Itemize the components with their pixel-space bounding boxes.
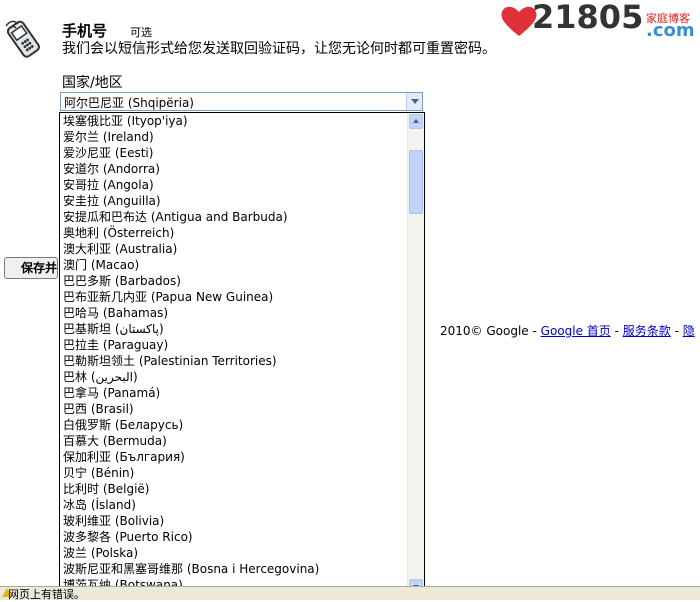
google-home-link[interactable]: Google 首页: [541, 324, 611, 338]
country-option[interactable]: 巴哈马 (Bahamas): [60, 305, 408, 321]
country-option[interactable]: 玻利维亚 (Bolivia): [60, 513, 408, 529]
country-option[interactable]: 巴西 (Brasil): [60, 401, 408, 417]
country-option[interactable]: 巴拉圭 (Paraguay): [60, 337, 408, 353]
description-text: 我们会以短信形式给您发送取回验证码，让您无论何时都可重置密码。: [62, 41, 496, 57]
country-option[interactable]: 爱沙尼亚 (Eesti): [60, 145, 408, 161]
country-option[interactable]: 比利时 (België): [60, 481, 408, 497]
country-option[interactable]: 巴勒斯坦领土 (Palestinian Territories): [60, 353, 408, 369]
footer-separator: -: [670, 324, 683, 338]
country-option[interactable]: 安道尔 (Andorra): [60, 161, 408, 177]
status-bar: 网页上有错误。: [0, 586, 700, 601]
terms-link[interactable]: 服务条款: [623, 324, 671, 338]
country-option[interactable]: 奥地利 (Österreich): [60, 225, 408, 241]
watermark-logo: 21805 家庭博客 .com: [500, 0, 700, 46]
watermark-number: 21805: [532, 0, 644, 36]
country-option[interactable]: 巴林 (البحرين): [60, 369, 408, 385]
save-button[interactable]: 保存并: [4, 257, 58, 279]
country-option[interactable]: 爱尔兰 (Ireland): [60, 129, 408, 145]
scroll-up-arrow-icon[interactable]: [409, 114, 423, 129]
country-option[interactable]: 巴巴多斯 (Barbados): [60, 273, 408, 289]
country-label: 国家/地区: [62, 75, 123, 91]
footer-separator: -: [610, 324, 623, 338]
country-option[interactable]: 安圭拉 (Anguilla): [60, 193, 408, 209]
watermark-domain: .com: [646, 20, 695, 41]
country-option[interactable]: 白俄罗斯 (Беларусь): [60, 417, 408, 433]
country-option[interactable]: 巴拿马 (Panamá): [60, 385, 408, 401]
country-option[interactable]: 澳门 (Macao): [60, 257, 408, 273]
country-option[interactable]: 埃塞俄比亚 (Ityop'iya): [60, 113, 408, 129]
copyright-text: 2010© Google -: [440, 324, 541, 338]
country-select-value: 阿尔巴尼亚 (Shqipëria): [64, 96, 194, 110]
country-option[interactable]: 波斯尼亚和黑塞哥维那 (Bosna i Hercegovina): [60, 561, 408, 577]
country-option[interactable]: 冰岛 (Ísland): [60, 497, 408, 513]
country-option[interactable]: 贝宁 (Bénin): [60, 465, 408, 481]
country-option[interactable]: 波兰 (Polska): [60, 545, 408, 561]
country-option[interactable]: 安提瓜和巴布达 (Antigua and Barbuda): [60, 209, 408, 225]
country-select[interactable]: 阿尔巴尼亚 (Shqipëria): [60, 92, 423, 111]
chevron-down-icon[interactable]: [406, 93, 422, 110]
country-dropdown-list[interactable]: 埃塞俄比亚 (Ityop'iya) 爱尔兰 (Ireland) 爱沙尼亚 (Eest…: [59, 112, 425, 596]
country-options: 埃塞俄比亚 (Ityop'iya) 爱尔兰 (Ireland) 爱沙尼亚 (Eest…: [60, 113, 408, 593]
footer: 2010© Google - Google 首页 - 服务条款 - 隐: [440, 322, 695, 339]
country-option[interactable]: 安哥拉 (Angola): [60, 177, 408, 193]
privacy-link[interactable]: 隐: [683, 324, 695, 338]
country-option[interactable]: 澳大利亚 (Australia): [60, 241, 408, 257]
country-option[interactable]: 百慕大 (Bermuda): [60, 433, 408, 449]
country-option[interactable]: 保加利亚 (България): [60, 449, 408, 465]
country-option[interactable]: 巴基斯坦 (پاکستان): [60, 321, 408, 337]
country-option[interactable]: 波多黎各 (Puerto Rico): [60, 529, 408, 545]
scroll-thumb[interactable]: [409, 150, 423, 214]
phone-icon: [5, 20, 40, 58]
dropdown-scrollbar[interactable]: [407, 113, 424, 595]
country-option[interactable]: 巴布亚新几内亚 (Papua New Guinea): [60, 289, 408, 305]
